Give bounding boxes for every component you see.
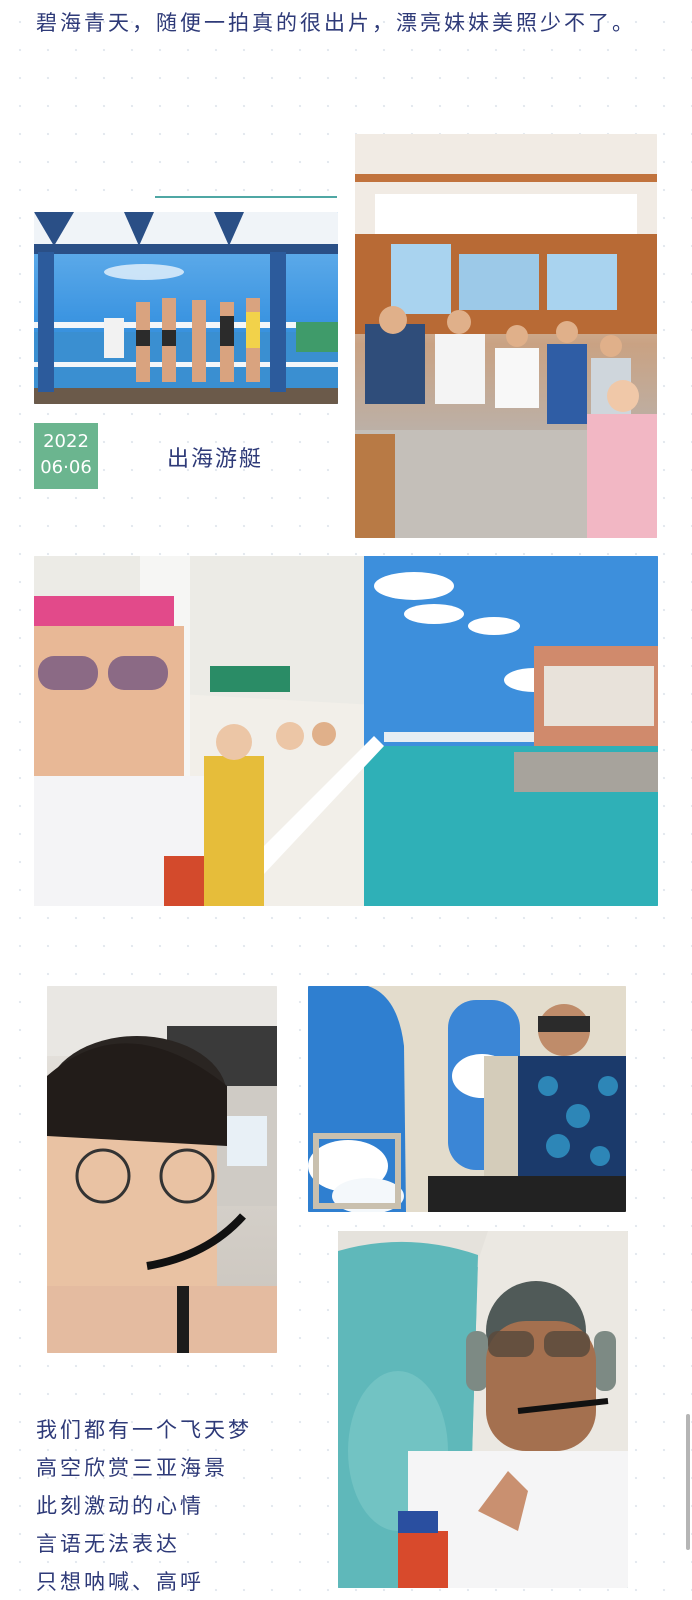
article-page: 碧海青天，随便一拍真的很出片，漂亮妹妹美照少不了。 2022 06·06 出海游… xyxy=(0,0,692,1600)
helicopter-selfie-photo-art xyxy=(47,986,277,1353)
dock-selfie-photo-art xyxy=(34,556,658,906)
helicopter-window-photo[interactable] xyxy=(308,986,626,1212)
section-caption: 出海游艇 xyxy=(167,447,264,472)
helicopter-selfie-photo[interactable] xyxy=(47,986,277,1353)
pilot-portrait-photo-art xyxy=(338,1231,628,1588)
yacht-cabin-photo-art xyxy=(355,134,657,538)
helicopter-window-photo-art xyxy=(308,986,626,1212)
date-year: 2022 xyxy=(43,431,89,452)
intro-paragraph: 碧海青天，随便一拍真的很出片，漂亮妹妹美照少不了。 xyxy=(36,11,636,35)
vertical-scrollbar[interactable] xyxy=(686,1414,690,1550)
pier-group-photo[interactable] xyxy=(34,212,338,404)
decorative-divider xyxy=(155,196,337,198)
poem-text: 我们都有一个飞天梦 高空欣赏三亚海景 此刻激动的心情 言语无法表达 只想呐喊、高… xyxy=(36,1411,252,1600)
poem-line: 只想呐喊、高呼 xyxy=(36,1570,204,1594)
pier-group-photo-art xyxy=(34,212,338,404)
date-day: 06·06 xyxy=(40,457,92,478)
poem-line: 此刻激动的心情 xyxy=(36,1494,204,1518)
dock-selfie-photo[interactable] xyxy=(34,556,658,906)
pilot-portrait-photo[interactable] xyxy=(338,1231,628,1588)
poem-line: 言语无法表达 xyxy=(36,1532,180,1556)
poem-line: 高空欣赏三亚海景 xyxy=(36,1456,228,1480)
poem-line: 我们都有一个飞天梦 xyxy=(36,1418,252,1442)
date-badge: 2022 06·06 xyxy=(34,423,98,489)
yacht-cabin-photo[interactable] xyxy=(355,134,657,538)
